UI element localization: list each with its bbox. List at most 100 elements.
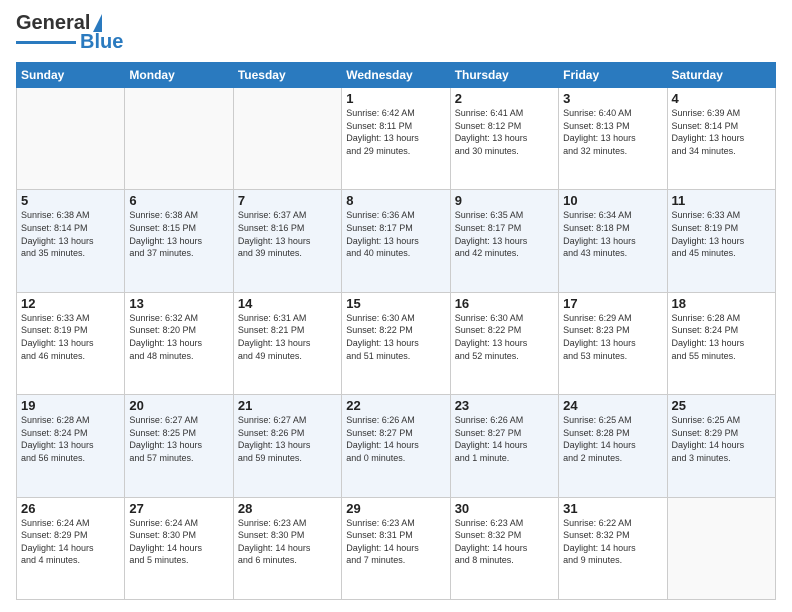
calendar-week-row: 19Sunrise: 6:28 AM Sunset: 8:24 PM Dayli… (17, 395, 776, 497)
col-sunday: Sunday (17, 63, 125, 88)
day-info: Sunrise: 6:24 AM Sunset: 8:30 PM Dayligh… (129, 517, 228, 567)
day-number: 9 (455, 193, 554, 208)
day-info: Sunrise: 6:23 AM Sunset: 8:31 PM Dayligh… (346, 517, 445, 567)
col-friday: Friday (559, 63, 667, 88)
table-row: 1Sunrise: 6:42 AM Sunset: 8:11 PM Daylig… (342, 88, 450, 190)
day-info: Sunrise: 6:34 AM Sunset: 8:18 PM Dayligh… (563, 209, 662, 259)
table-row: 8Sunrise: 6:36 AM Sunset: 8:17 PM Daylig… (342, 190, 450, 292)
day-number: 12 (21, 296, 120, 311)
col-thursday: Thursday (450, 63, 558, 88)
day-info: Sunrise: 6:33 AM Sunset: 8:19 PM Dayligh… (672, 209, 771, 259)
day-info: Sunrise: 6:25 AM Sunset: 8:29 PM Dayligh… (672, 414, 771, 464)
day-number: 23 (455, 398, 554, 413)
day-number: 27 (129, 501, 228, 516)
table-row: 20Sunrise: 6:27 AM Sunset: 8:25 PM Dayli… (125, 395, 233, 497)
day-number: 26 (21, 501, 120, 516)
day-info: Sunrise: 6:28 AM Sunset: 8:24 PM Dayligh… (21, 414, 120, 464)
day-info: Sunrise: 6:27 AM Sunset: 8:26 PM Dayligh… (238, 414, 337, 464)
day-number: 7 (238, 193, 337, 208)
calendar-week-row: 26Sunrise: 6:24 AM Sunset: 8:29 PM Dayli… (17, 497, 776, 599)
day-info: Sunrise: 6:39 AM Sunset: 8:14 PM Dayligh… (672, 107, 771, 157)
day-info: Sunrise: 6:31 AM Sunset: 8:21 PM Dayligh… (238, 312, 337, 362)
table-row (233, 88, 341, 190)
logo-blue-text: Blue (80, 31, 123, 54)
table-row: 7Sunrise: 6:37 AM Sunset: 8:16 PM Daylig… (233, 190, 341, 292)
logo-line-decoration (16, 41, 76, 44)
table-row: 25Sunrise: 6:25 AM Sunset: 8:29 PM Dayli… (667, 395, 775, 497)
table-row: 14Sunrise: 6:31 AM Sunset: 8:21 PM Dayli… (233, 292, 341, 394)
day-info: Sunrise: 6:40 AM Sunset: 8:13 PM Dayligh… (563, 107, 662, 157)
day-info: Sunrise: 6:27 AM Sunset: 8:25 PM Dayligh… (129, 414, 228, 464)
col-monday: Monday (125, 63, 233, 88)
table-row: 22Sunrise: 6:26 AM Sunset: 8:27 PM Dayli… (342, 395, 450, 497)
day-number: 24 (563, 398, 662, 413)
calendar-week-row: 5Sunrise: 6:38 AM Sunset: 8:14 PM Daylig… (17, 190, 776, 292)
table-row: 18Sunrise: 6:28 AM Sunset: 8:24 PM Dayli… (667, 292, 775, 394)
table-row: 19Sunrise: 6:28 AM Sunset: 8:24 PM Dayli… (17, 395, 125, 497)
calendar-table: Sunday Monday Tuesday Wednesday Thursday… (16, 62, 776, 600)
day-info: Sunrise: 6:26 AM Sunset: 8:27 PM Dayligh… (346, 414, 445, 464)
day-number: 31 (563, 501, 662, 516)
table-row (17, 88, 125, 190)
table-row: 9Sunrise: 6:35 AM Sunset: 8:17 PM Daylig… (450, 190, 558, 292)
table-row: 26Sunrise: 6:24 AM Sunset: 8:29 PM Dayli… (17, 497, 125, 599)
day-info: Sunrise: 6:22 AM Sunset: 8:32 PM Dayligh… (563, 517, 662, 567)
day-number: 15 (346, 296, 445, 311)
calendar-header-row: Sunday Monday Tuesday Wednesday Thursday… (17, 63, 776, 88)
col-saturday: Saturday (667, 63, 775, 88)
table-row: 24Sunrise: 6:25 AM Sunset: 8:28 PM Dayli… (559, 395, 667, 497)
table-row: 15Sunrise: 6:30 AM Sunset: 8:22 PM Dayli… (342, 292, 450, 394)
day-info: Sunrise: 6:29 AM Sunset: 8:23 PM Dayligh… (563, 312, 662, 362)
table-row: 23Sunrise: 6:26 AM Sunset: 8:27 PM Dayli… (450, 395, 558, 497)
table-row: 29Sunrise: 6:23 AM Sunset: 8:31 PM Dayli… (342, 497, 450, 599)
logo: General Blue (16, 12, 123, 54)
table-row: 28Sunrise: 6:23 AM Sunset: 8:30 PM Dayli… (233, 497, 341, 599)
day-info: Sunrise: 6:36 AM Sunset: 8:17 PM Dayligh… (346, 209, 445, 259)
day-number: 25 (672, 398, 771, 413)
day-number: 21 (238, 398, 337, 413)
calendar-week-row: 12Sunrise: 6:33 AM Sunset: 8:19 PM Dayli… (17, 292, 776, 394)
day-info: Sunrise: 6:38 AM Sunset: 8:14 PM Dayligh… (21, 209, 120, 259)
day-number: 20 (129, 398, 228, 413)
day-info: Sunrise: 6:28 AM Sunset: 8:24 PM Dayligh… (672, 312, 771, 362)
day-number: 8 (346, 193, 445, 208)
day-number: 1 (346, 91, 445, 106)
table-row: 17Sunrise: 6:29 AM Sunset: 8:23 PM Dayli… (559, 292, 667, 394)
day-number: 5 (21, 193, 120, 208)
page: General Blue Sunday Monday Tuesday Wedne… (0, 0, 792, 612)
day-number: 3 (563, 91, 662, 106)
day-info: Sunrise: 6:42 AM Sunset: 8:11 PM Dayligh… (346, 107, 445, 157)
day-number: 13 (129, 296, 228, 311)
day-number: 29 (346, 501, 445, 516)
day-number: 16 (455, 296, 554, 311)
table-row: 31Sunrise: 6:22 AM Sunset: 8:32 PM Dayli… (559, 497, 667, 599)
day-info: Sunrise: 6:25 AM Sunset: 8:28 PM Dayligh… (563, 414, 662, 464)
col-tuesday: Tuesday (233, 63, 341, 88)
day-info: Sunrise: 6:30 AM Sunset: 8:22 PM Dayligh… (346, 312, 445, 362)
day-number: 4 (672, 91, 771, 106)
day-number: 18 (672, 296, 771, 311)
day-info: Sunrise: 6:30 AM Sunset: 8:22 PM Dayligh… (455, 312, 554, 362)
table-row: 13Sunrise: 6:32 AM Sunset: 8:20 PM Dayli… (125, 292, 233, 394)
day-info: Sunrise: 6:32 AM Sunset: 8:20 PM Dayligh… (129, 312, 228, 362)
day-number: 17 (563, 296, 662, 311)
table-row (125, 88, 233, 190)
calendar-week-row: 1Sunrise: 6:42 AM Sunset: 8:11 PM Daylig… (17, 88, 776, 190)
table-row: 3Sunrise: 6:40 AM Sunset: 8:13 PM Daylig… (559, 88, 667, 190)
table-row: 16Sunrise: 6:30 AM Sunset: 8:22 PM Dayli… (450, 292, 558, 394)
logo-triangle-icon (93, 14, 102, 32)
day-info: Sunrise: 6:38 AM Sunset: 8:15 PM Dayligh… (129, 209, 228, 259)
day-info: Sunrise: 6:35 AM Sunset: 8:17 PM Dayligh… (455, 209, 554, 259)
table-row (667, 497, 775, 599)
day-number: 22 (346, 398, 445, 413)
table-row: 12Sunrise: 6:33 AM Sunset: 8:19 PM Dayli… (17, 292, 125, 394)
day-info: Sunrise: 6:37 AM Sunset: 8:16 PM Dayligh… (238, 209, 337, 259)
table-row: 10Sunrise: 6:34 AM Sunset: 8:18 PM Dayli… (559, 190, 667, 292)
day-info: Sunrise: 6:26 AM Sunset: 8:27 PM Dayligh… (455, 414, 554, 464)
day-info: Sunrise: 6:33 AM Sunset: 8:19 PM Dayligh… (21, 312, 120, 362)
day-number: 11 (672, 193, 771, 208)
day-number: 14 (238, 296, 337, 311)
day-number: 6 (129, 193, 228, 208)
day-number: 30 (455, 501, 554, 516)
table-row: 6Sunrise: 6:38 AM Sunset: 8:15 PM Daylig… (125, 190, 233, 292)
